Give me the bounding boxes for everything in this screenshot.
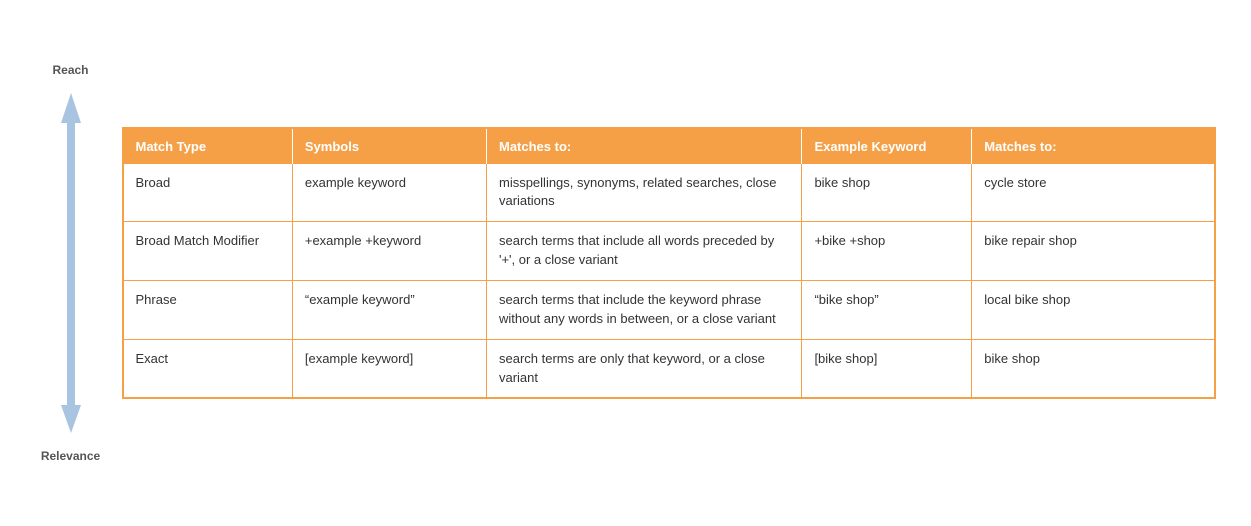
match-type-table-wrapper: Match Type Symbols Matches to: Example K… xyxy=(122,127,1216,400)
table-row: Exact[example keyword]search terms are o… xyxy=(123,339,1215,398)
header-symbols: Symbols xyxy=(292,128,486,164)
cell-matches_to-row0: misspellings, synonyms, related searches… xyxy=(486,164,801,222)
header-matches-to: Matches to: xyxy=(486,128,801,164)
cell-matches_to2-row0: cycle store xyxy=(972,164,1215,222)
cell-match_type-row0: Broad xyxy=(123,164,293,222)
cell-matches_to-row3: search terms are only that keyword, or a… xyxy=(486,339,801,398)
relevance-label: Relevance xyxy=(41,449,100,463)
page-wrapper: Reach Relevance Match Type Symbols Match… xyxy=(36,63,1216,463)
reach-label: Reach xyxy=(52,63,88,77)
cell-matches_to2-row1: bike repair shop xyxy=(972,222,1215,281)
cell-symbols-row3: [example keyword] xyxy=(292,339,486,398)
cell-matches_to2-row3: bike shop xyxy=(972,339,1215,398)
cell-matches_to-row1: search terms that include all words prec… xyxy=(486,222,801,281)
header-matches-to-2: Matches to: xyxy=(972,128,1215,164)
table-header-row: Match Type Symbols Matches to: Example K… xyxy=(123,128,1215,164)
cell-symbols-row1: +example +keyword xyxy=(292,222,486,281)
arrow-icon xyxy=(51,83,91,443)
table-row: Phrase“example keyword”search terms that… xyxy=(123,281,1215,340)
cell-example_keyword-row1: +bike +shop xyxy=(802,222,972,281)
cell-match_type-row2: Phrase xyxy=(123,281,293,340)
cell-example_keyword-row3: [bike shop] xyxy=(802,339,972,398)
header-match-type: Match Type xyxy=(123,128,293,164)
cell-match_type-row3: Exact xyxy=(123,339,293,398)
cell-match_type-row1: Broad Match Modifier xyxy=(123,222,293,281)
match-type-table: Match Type Symbols Matches to: Example K… xyxy=(122,127,1216,400)
cell-symbols-row0: example keyword xyxy=(292,164,486,222)
reach-relevance-arrow: Reach Relevance xyxy=(36,63,106,463)
table-row: Broadexample keywordmisspellings, synony… xyxy=(123,164,1215,222)
cell-symbols-row2: “example keyword” xyxy=(292,281,486,340)
cell-example_keyword-row0: bike shop xyxy=(802,164,972,222)
cell-example_keyword-row2: “bike shop” xyxy=(802,281,972,340)
cell-matches_to2-row2: local bike shop xyxy=(972,281,1215,340)
cell-matches_to-row2: search terms that include the keyword ph… xyxy=(486,281,801,340)
header-example-keyword: Example Keyword xyxy=(802,128,972,164)
table-row: Broad Match Modifier+example +keywordsea… xyxy=(123,222,1215,281)
